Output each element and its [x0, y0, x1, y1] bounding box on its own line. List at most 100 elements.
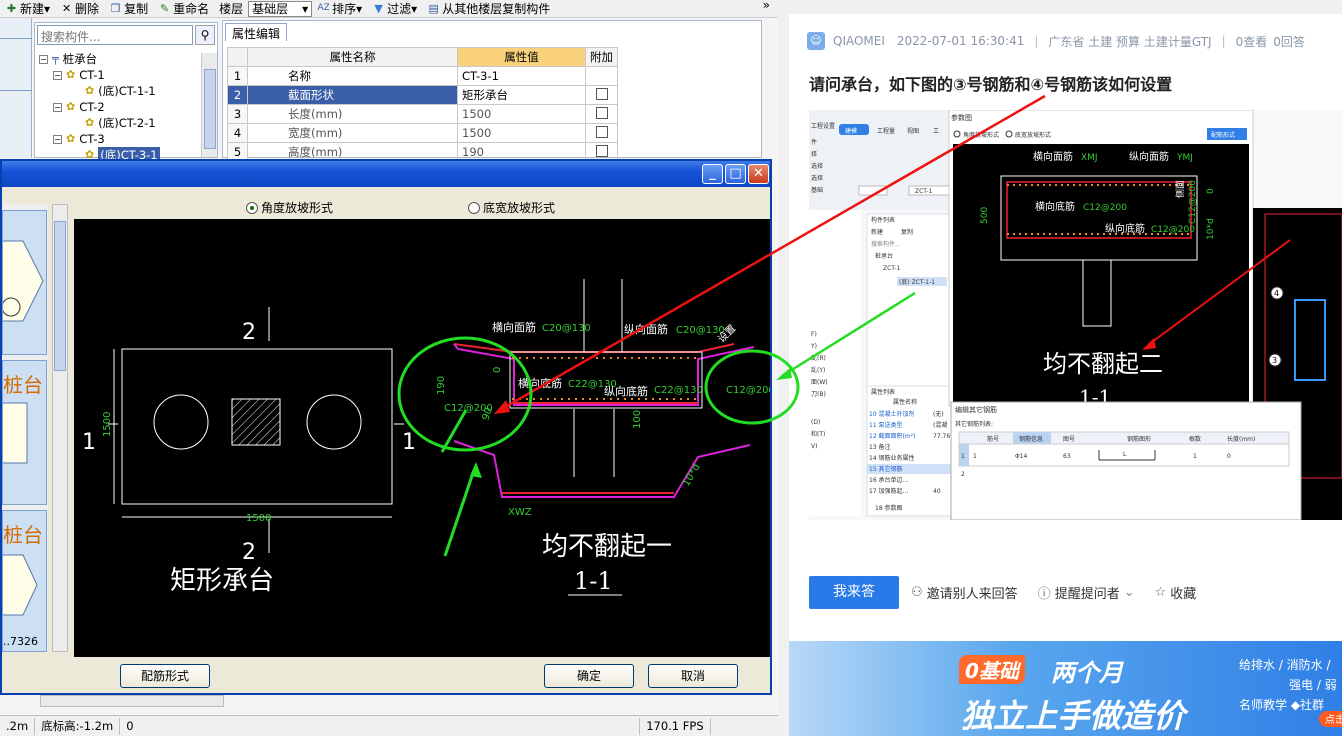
tree-row-ct1-1[interactable]: ✿ (底)CT-1-1	[39, 83, 160, 99]
svg-text:14 钢筋业务属性: 14 钢筋业务属性	[869, 454, 915, 462]
component-search-input[interactable]: 搜索构件...	[37, 25, 193, 45]
tab-property-edit[interactable]: 属性编辑	[225, 23, 288, 41]
collapse-icon[interactable]: −	[53, 134, 62, 144]
banner-click-pill[interactable]: 点击	[1319, 711, 1342, 727]
banner-topics: 给排水 / 消防水 / 强电 / 弱 名师教学 ◆社群	[1239, 658, 1337, 712]
avatar[interactable]: ☺	[807, 32, 825, 50]
xwz-label: XWZ	[508, 507, 532, 518]
left-nav-strip	[0, 18, 32, 158]
radio-angle-slope[interactable]: 角度放坡形式	[246, 199, 333, 216]
pile-cap-icon: ╤	[52, 52, 59, 65]
component-tree: − ╤ 桩承台 − ✿ CT-1 ✿ (底)CT-1-1 − ✿ CT-2 ✿ (底)CT-2-…	[39, 51, 160, 163]
shot-menu-item: 工程设置	[811, 122, 835, 130]
rebar-form-button[interactable]: 配筋形式	[120, 664, 210, 688]
collapse-icon[interactable]: −	[39, 54, 48, 64]
invite-button[interactable]: ⚇ 邀请别人来回答	[911, 583, 1018, 602]
question-screenshot[interactable]: 工程设置 建模 工程量 视图 工 件 择 选择 选择 基础 ZCT-1 F) Y…	[809, 110, 1342, 520]
shape-thumbnail-list: 桩台 桩台 ..7326	[2, 204, 48, 652]
svg-text:根数: 根数	[1189, 435, 1201, 443]
floor-select[interactable]: 基础层 ▾	[248, 0, 313, 17]
post-time: 2022-07-01 16:30:41	[896, 34, 1025, 48]
svg-text:17 加强筋起...: 17 加强筋起...	[869, 487, 908, 495]
remind-button[interactable]: ⓘ 提醒提问者 ⌄	[1038, 583, 1135, 602]
sort-button[interactable]: AZ 排序 ▾	[312, 0, 367, 18]
table-row[interactable]: 2 截面形状 矩形承台	[227, 85, 618, 105]
table-row[interactable]: 4 宽度(mm) 1500	[227, 123, 618, 143]
shape-thumbnail[interactable]: 桩台 ..7326	[2, 510, 47, 652]
svg-text:刀(B): 刀(B)	[811, 391, 826, 398]
screen: ✚ 新建 ▾ ✕ 删除 ❐ 复制 ✎ 重命名 楼层 基础层 ▾ AZ 排序 ▾ ▼ 过滤 ▾ ▤ 从其…	[0, 0, 1342, 736]
svg-text:属性名称: 属性名称	[893, 398, 917, 406]
checkbox[interactable]	[595, 87, 608, 100]
checkbox[interactable]	[595, 125, 608, 138]
pile-circle	[306, 394, 362, 450]
svg-text:择: 择	[811, 150, 817, 158]
top-transverse-label: 横向面筋	[492, 320, 536, 334]
dim-width: 1500	[102, 412, 113, 437]
close-button[interactable]: ✕	[748, 164, 769, 184]
checkbox[interactable]	[595, 106, 608, 119]
tree-row-ct3[interactable]: − ✿ CT-3	[39, 131, 160, 147]
svg-text:10 混凝土外加剂: 10 混凝土外加剂	[869, 410, 915, 418]
delete-button[interactable]: ✕ 删除	[55, 0, 104, 18]
svg-text:新建: 新建	[871, 228, 883, 236]
collapse-icon[interactable]: −	[53, 102, 62, 112]
svg-text:F): F)	[811, 331, 817, 338]
promo-banner[interactable]: 0基础 两个月 独立上手做造价 给排水 / 消防水 / 强电 / 弱 名师教学 …	[789, 641, 1342, 736]
svg-text:Φ14: Φ14	[1015, 453, 1028, 460]
rebar-marker-3: 3	[1272, 356, 1277, 365]
svg-text:C12@200: C12@200	[1083, 203, 1127, 213]
svg-text:筋号: 筋号	[987, 435, 999, 443]
horizontal-scrollbar[interactable]	[40, 695, 224, 707]
property-panel: 属性编辑 属性名称 属性值 附加 1 名称 CT-3-1 2 截面形状 矩形承台…	[222, 20, 762, 162]
slope-mode-group: 角度放坡形式 底宽放坡形式	[74, 195, 770, 217]
svg-text:复制: 复制	[901, 228, 913, 236]
svg-text:15 其它钢筋: 15 其它钢筋	[869, 465, 903, 473]
shot-menu-item: 工程量	[877, 127, 895, 135]
dialog-title-bar[interactable]: _ □ ✕	[2, 161, 770, 187]
rename-button[interactable]: ✎ 重命名	[153, 0, 214, 18]
tree-row-ct2[interactable]: − ✿ CT-2	[39, 99, 160, 115]
ok-button[interactable]: 确定	[544, 664, 634, 688]
pile-circle	[153, 394, 209, 450]
toolbar-overflow-button[interactable]: »	[763, 0, 770, 12]
sort-icon: AZ	[317, 3, 330, 13]
filter-button[interactable]: ▼ 过滤 ▾	[367, 0, 422, 18]
maximize-button[interactable]: □	[725, 164, 746, 184]
svg-text:63: 63	[1063, 453, 1071, 460]
shape-thumbnail[interactable]: 桩台	[2, 360, 47, 505]
cancel-button[interactable]: 取消	[648, 664, 738, 688]
new-button[interactable]: ✚ 新建 ▾	[0, 0, 55, 18]
table-row[interactable]: 1 名称 CT-3-1	[227, 66, 618, 86]
copy-button[interactable]: ❐ 复制	[104, 0, 153, 18]
svg-text:16 承台单边...: 16 承台单边...	[869, 476, 908, 484]
copy-from-floor-button[interactable]: ▤ 从其他楼层复制构件	[422, 0, 555, 18]
tree-root-row[interactable]: − ╤ 桩承台	[39, 51, 160, 67]
radio-width-slope[interactable]: 底宽放坡形式	[468, 199, 555, 216]
bottom-elevation: 底标高:-1.2m	[35, 717, 121, 735]
svg-text:40: 40	[933, 488, 941, 495]
svg-text:乱(Y): 乱(Y)	[811, 366, 825, 374]
svg-text:ZCT-1: ZCT-1	[915, 188, 933, 195]
thumbnail-scrollbar[interactable]	[52, 204, 68, 652]
shape-thumbnail[interactable]	[2, 210, 47, 355]
copy-icon: ❐	[110, 2, 121, 15]
svg-text:件: 件	[811, 138, 817, 146]
answer-button[interactable]: 我来答	[809, 575, 899, 609]
answer-count: 0回答	[1273, 34, 1305, 49]
plan-title: 矩形承台	[170, 566, 274, 596]
search-button[interactable]: ⚲	[195, 25, 215, 45]
gear-icon: ✿	[66, 68, 76, 81]
collect-button[interactable]: ☆ 收藏	[1155, 583, 1197, 602]
new-icon: ✚	[6, 2, 17, 15]
tree-row-ct2-1[interactable]: ✿ (底)CT-2-1	[39, 115, 160, 131]
tree-scrollbar[interactable]	[201, 53, 217, 157]
collapse-icon[interactable]: −	[53, 70, 62, 80]
user-name[interactable]: QIAOMEI	[833, 34, 885, 48]
svg-text:Y): Y)	[810, 343, 817, 350]
minimize-button[interactable]: _	[702, 164, 723, 184]
tree-row-ct1[interactable]: − ✿ CT-1	[39, 67, 160, 83]
svg-text:C12@200: C12@200	[1188, 180, 1198, 224]
checkbox[interactable]	[595, 144, 608, 157]
table-row[interactable]: 3 长度(mm) 1500	[227, 104, 618, 124]
